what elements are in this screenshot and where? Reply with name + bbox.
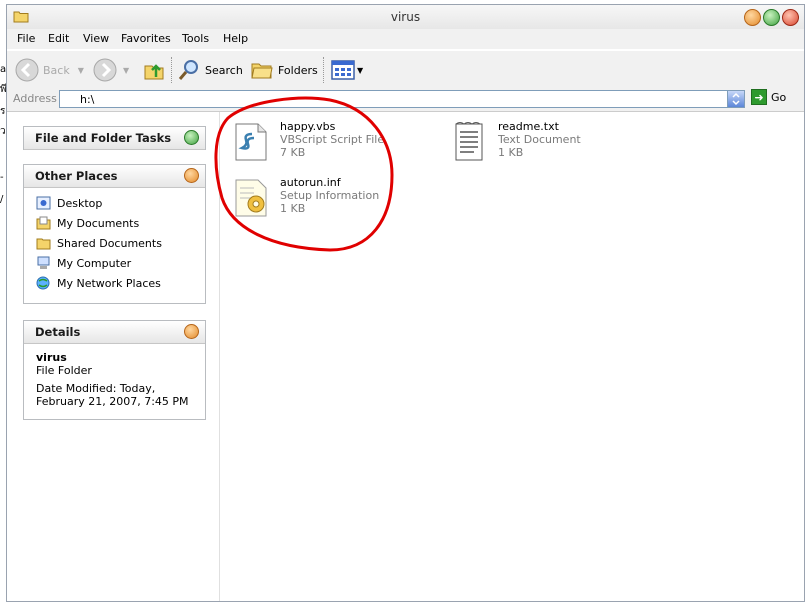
file-name: readme.txt <box>498 120 559 133</box>
address-label: Address <box>13 92 57 105</box>
address-value: h:\ <box>80 93 95 106</box>
go-label: Go <box>771 90 787 104</box>
other-places-panel: Other Places Desktop My Documents Shared… <box>23 164 206 304</box>
shared-folder-icon <box>36 238 51 250</box>
address-bar: Address h:\ ➜ Go <box>7 87 804 112</box>
address-dropdown-button[interactable] <box>727 91 744 107</box>
views-button[interactable]: ▼ <box>331 57 363 83</box>
script-icon <box>235 123 267 161</box>
back-label: Back <box>43 63 70 77</box>
background-text-fragment: / <box>0 194 4 205</box>
file-type: VBScript Script File <box>280 133 385 146</box>
my-documents-icon <box>36 216 51 230</box>
place-link-my-computer[interactable]: My Computer <box>36 256 131 270</box>
place-label: Shared Documents <box>57 236 162 250</box>
text-document-icon <box>455 122 483 161</box>
folders-button[interactable]: Folders <box>250 57 318 83</box>
panel-title: Other Places <box>35 169 118 183</box>
menu-tools[interactable]: Tools <box>182 32 209 45</box>
chevron-down-icon[interactable]: ▼ <box>357 66 363 75</box>
back-arrow-icon <box>15 58 39 82</box>
views-icon <box>331 60 355 80</box>
toolbar-separator <box>171 57 173 83</box>
search-button[interactable]: Search <box>177 57 243 83</box>
background-text-fragment: - <box>0 172 4 183</box>
file-type: Setup Information <box>280 189 380 202</box>
desktop-icon <box>36 196 51 210</box>
file-size: 7 KB <box>280 146 306 159</box>
task-pane: File and Folder Tasks Other Places Deskt… <box>7 112 220 601</box>
file-name: happy.vbs <box>280 120 336 133</box>
place-label: My Documents <box>57 216 140 230</box>
place-label: My Network Places <box>57 276 161 290</box>
place-label: Desktop <box>57 196 103 210</box>
collapse-icon[interactable] <box>184 168 199 183</box>
file-name: autorun.inf <box>280 176 341 189</box>
background-text-fragment: ว <box>0 126 6 137</box>
place-link-my-documents[interactable]: My Documents <box>36 216 139 230</box>
toolbar: Back ▼ ▼ Search Folders ▼ <box>7 50 804 87</box>
panel-header[interactable]: Other Places <box>24 165 205 188</box>
details-name: virus <box>36 351 67 364</box>
menu-favorites[interactable]: Favorites <box>121 32 171 45</box>
collapse-icon[interactable] <box>184 324 199 339</box>
place-label: My Computer <box>57 256 132 270</box>
details-panel: Details virus File Folder Date Modified:… <box>23 320 206 420</box>
forward-button[interactable]: ▼ <box>93 57 129 83</box>
place-link-shared-documents[interactable]: Shared Documents <box>36 236 162 250</box>
panel-title: File and Folder Tasks <box>35 131 172 145</box>
file-item[interactable]: readme.txt Text Document 1 KB <box>448 120 581 164</box>
up-folder-icon <box>144 64 164 80</box>
details-type: File Folder <box>36 364 92 377</box>
address-input[interactable]: h:\ <box>59 90 745 108</box>
details-date-modified: Date Modified: Today, February 21, 2007,… <box>36 382 189 408</box>
window-title: virus <box>390 10 421 24</box>
file-list: happy.vbs VBScript Script File 7 KB read… <box>220 112 804 601</box>
explorer-window: virus File Edit View Favorites Tools Hel… <box>6 4 805 602</box>
file-size: 1 KB <box>280 202 306 215</box>
minimize-button[interactable] <box>744 9 761 26</box>
menu-bar: File Edit View Favorites Tools Help <box>7 29 804 49</box>
place-link-desktop[interactable]: Desktop <box>36 196 102 210</box>
search-label: Search <box>205 63 243 77</box>
chevron-down-icon[interactable]: ▼ <box>78 66 84 75</box>
setup-info-icon <box>235 179 267 217</box>
menu-edit[interactable]: Edit <box>48 32 69 45</box>
menu-file[interactable]: File <box>17 32 35 45</box>
place-link-my-network-places[interactable]: My Network Places <box>36 276 161 290</box>
go-arrow-icon: ➜ <box>751 89 767 105</box>
back-button[interactable]: Back ▼ <box>15 57 84 83</box>
search-icon <box>178 60 198 80</box>
chevron-down-icon[interactable]: ▼ <box>123 66 129 75</box>
expand-icon[interactable] <box>184 130 199 145</box>
up-folder-button[interactable] <box>143 57 165 83</box>
maximize-button[interactable] <box>763 9 780 26</box>
file-size: 1 KB <box>498 146 524 159</box>
folders-icon <box>251 63 273 79</box>
menu-help[interactable]: Help <box>223 32 248 45</box>
network-places-icon <box>36 276 50 290</box>
panel-title: Details <box>35 325 81 339</box>
my-computer-icon <box>37 256 50 269</box>
panel-header[interactable]: File and Folder Tasks <box>24 127 205 150</box>
panel-header[interactable]: Details <box>24 321 205 344</box>
toolbar-separator <box>323 57 325 83</box>
go-button[interactable]: ➜ Go <box>751 89 786 105</box>
title-bar[interactable]: virus <box>7 5 804 30</box>
file-folder-tasks-panel: File and Folder Tasks <box>23 126 206 150</box>
file-type: Text Document <box>498 133 581 146</box>
chevron-down-icon <box>732 92 740 106</box>
close-button[interactable] <box>782 9 799 26</box>
folders-label: Folders <box>278 63 318 77</box>
forward-arrow-icon <box>93 58 117 82</box>
file-item[interactable]: autorun.inf Setup Information 1 KB <box>230 176 379 220</box>
file-item[interactable]: happy.vbs VBScript Script File 7 KB <box>230 120 384 164</box>
menu-view[interactable]: View <box>83 32 109 45</box>
